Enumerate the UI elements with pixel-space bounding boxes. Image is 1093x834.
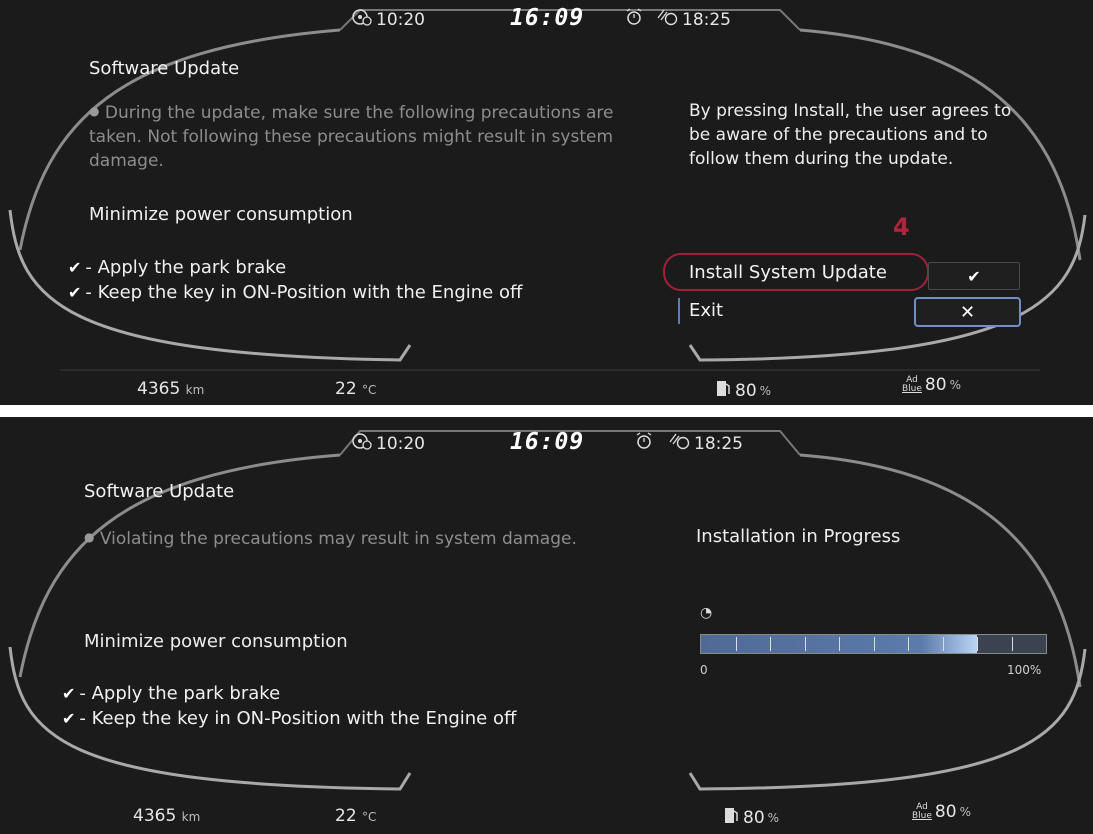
trip-timer: 10:20 xyxy=(352,432,425,455)
page-title: Software Update xyxy=(84,481,235,502)
checklist-item: ✔ - Apply the park brake xyxy=(68,257,286,278)
checklist-item-label: - Keep the key in ON-Position with the E… xyxy=(85,282,523,303)
checklist-item-label: - Keep the key in ON-Position with the E… xyxy=(79,708,517,729)
odometer: 4365 km xyxy=(133,806,200,826)
checkmark-icon: ✔ xyxy=(62,684,76,703)
progress-segment-divider xyxy=(804,637,806,651)
rest-timer: 18:25 xyxy=(668,432,743,455)
adblue-label-bottom: Blue xyxy=(912,811,932,821)
fuel-unit: % xyxy=(759,383,772,398)
checklist-item: ✔ - Apply the park brake xyxy=(62,683,280,704)
progress-segment-divider xyxy=(977,637,978,651)
adblue-unit: % xyxy=(959,805,971,819)
power-subheading: Minimize power consumption xyxy=(84,631,348,652)
agreement-text: By pressing Install, the user agrees to … xyxy=(689,101,1012,169)
fuel-pump-icon xyxy=(716,379,732,402)
main-clock: 16:09 xyxy=(510,5,585,31)
precaution-warning-text: During the update, make sure the followi… xyxy=(89,103,614,171)
adblue-level: Ad Blue 80 % xyxy=(912,802,971,822)
progress-segment-divider xyxy=(908,637,909,651)
page-title: Software Update xyxy=(89,58,240,79)
outside-temperature: 22 °C xyxy=(335,379,376,399)
checklist-item: ✔ - Keep the key in ON-Position with the… xyxy=(68,282,522,303)
progress-max-label: 100% xyxy=(1007,663,1042,677)
exit-button[interactable]: Exit xyxy=(689,300,723,321)
fuel-level: 80 % xyxy=(716,379,771,402)
progress-segment-divider xyxy=(770,637,771,651)
fuel-unit: % xyxy=(767,810,780,825)
rest-timer: 18:25 xyxy=(656,8,731,31)
temperature-unit: °C xyxy=(362,383,377,397)
rest-time: 18:25 xyxy=(694,433,743,454)
outside-temperature: 22 °C xyxy=(335,806,376,826)
update-progress-screen: 10:20 16:09 18:25 Software Update ● Viol… xyxy=(0,417,1093,834)
progress-segment-divider xyxy=(1011,637,1013,651)
power-subheading: Minimize power consumption xyxy=(89,204,353,225)
alarm-clock-icon xyxy=(635,432,653,455)
progress-segment-divider xyxy=(942,637,944,651)
adblue-label-bottom: Blue xyxy=(902,384,922,394)
odometer-value: 4365 xyxy=(137,379,181,399)
adblue-icon: Ad Blue xyxy=(912,803,932,821)
alarm-indicator xyxy=(635,432,653,455)
fuel-level: 80 % xyxy=(724,806,779,829)
odometer-unit: km xyxy=(181,810,201,824)
precaution-warning: ● During the update, make sure the follo… xyxy=(89,99,629,173)
temperature-value: 22 xyxy=(335,379,357,399)
trip-time: 10:20 xyxy=(376,9,425,30)
checkmark-icon: ✔ xyxy=(68,258,82,277)
cancel-button[interactable]: ✕ xyxy=(914,297,1021,327)
close-icon: ✕ xyxy=(959,301,976,323)
precaution-warning-text: Violating the precautions may result in … xyxy=(99,529,577,549)
install-status: Installation in Progress xyxy=(696,526,901,547)
rest-time: 18:25 xyxy=(682,9,731,30)
checklist-item-label: - Apply the park brake xyxy=(85,257,287,278)
main-clock: 16:09 xyxy=(510,429,585,455)
rest-clock-icon xyxy=(656,8,678,31)
install-update-button[interactable]: Install System Update xyxy=(689,262,887,283)
step-marker: 4 xyxy=(893,213,910,241)
temperature-value: 22 xyxy=(335,806,357,826)
install-progress-bar xyxy=(700,634,1047,654)
alarm-clock-icon xyxy=(625,8,643,31)
alarm-indicator xyxy=(625,8,643,31)
update-confirmation-screen: 10:20 16:09 18:25 Software Update ● Duri… xyxy=(0,0,1093,405)
checklist-item-label: - Apply the park brake xyxy=(79,683,281,704)
fuel-value: 80 xyxy=(743,807,765,828)
confirm-button[interactable]: ✔ xyxy=(928,262,1020,290)
info-icon: ● xyxy=(84,530,95,544)
checkmark-icon: ✔ xyxy=(68,283,82,302)
adblue-level: Ad Blue 80 % xyxy=(902,375,961,395)
fuel-pump-icon xyxy=(724,806,740,829)
progress-min-label: 0 xyxy=(700,663,708,677)
precaution-warning: ● Violating the precautions may result i… xyxy=(84,525,664,551)
rest-clock-icon xyxy=(668,432,690,455)
odometer-value: 4365 xyxy=(133,806,177,826)
info-icon: ● xyxy=(89,104,100,118)
trip-time: 10:20 xyxy=(376,433,425,454)
selection-bar xyxy=(678,298,680,324)
progress-segment-divider xyxy=(839,637,840,651)
temperature-unit: °C xyxy=(362,810,377,824)
checklist-item: ✔ - Keep the key in ON-Position with the… xyxy=(62,708,516,729)
odometer-unit: km xyxy=(185,383,205,397)
loading-spinner-icon: ◔ xyxy=(700,605,713,621)
adblue-unit: % xyxy=(949,378,961,392)
checkmark-icon: ✔ xyxy=(62,709,76,728)
trip-timer: 10:20 xyxy=(352,8,425,31)
fuel-value: 80 xyxy=(735,380,757,401)
check-icon: ✔ xyxy=(967,266,981,286)
progress-segment-divider xyxy=(873,637,875,651)
progress-segment-divider xyxy=(735,637,737,651)
steering-clock-icon xyxy=(352,8,372,31)
odometer: 4365 km xyxy=(137,379,204,399)
adblue-value: 80 xyxy=(924,375,947,395)
adblue-icon: Ad Blue xyxy=(902,376,922,394)
adblue-value: 80 xyxy=(934,802,957,822)
cluster-bezel xyxy=(8,430,1087,791)
steering-clock-icon xyxy=(352,432,372,455)
